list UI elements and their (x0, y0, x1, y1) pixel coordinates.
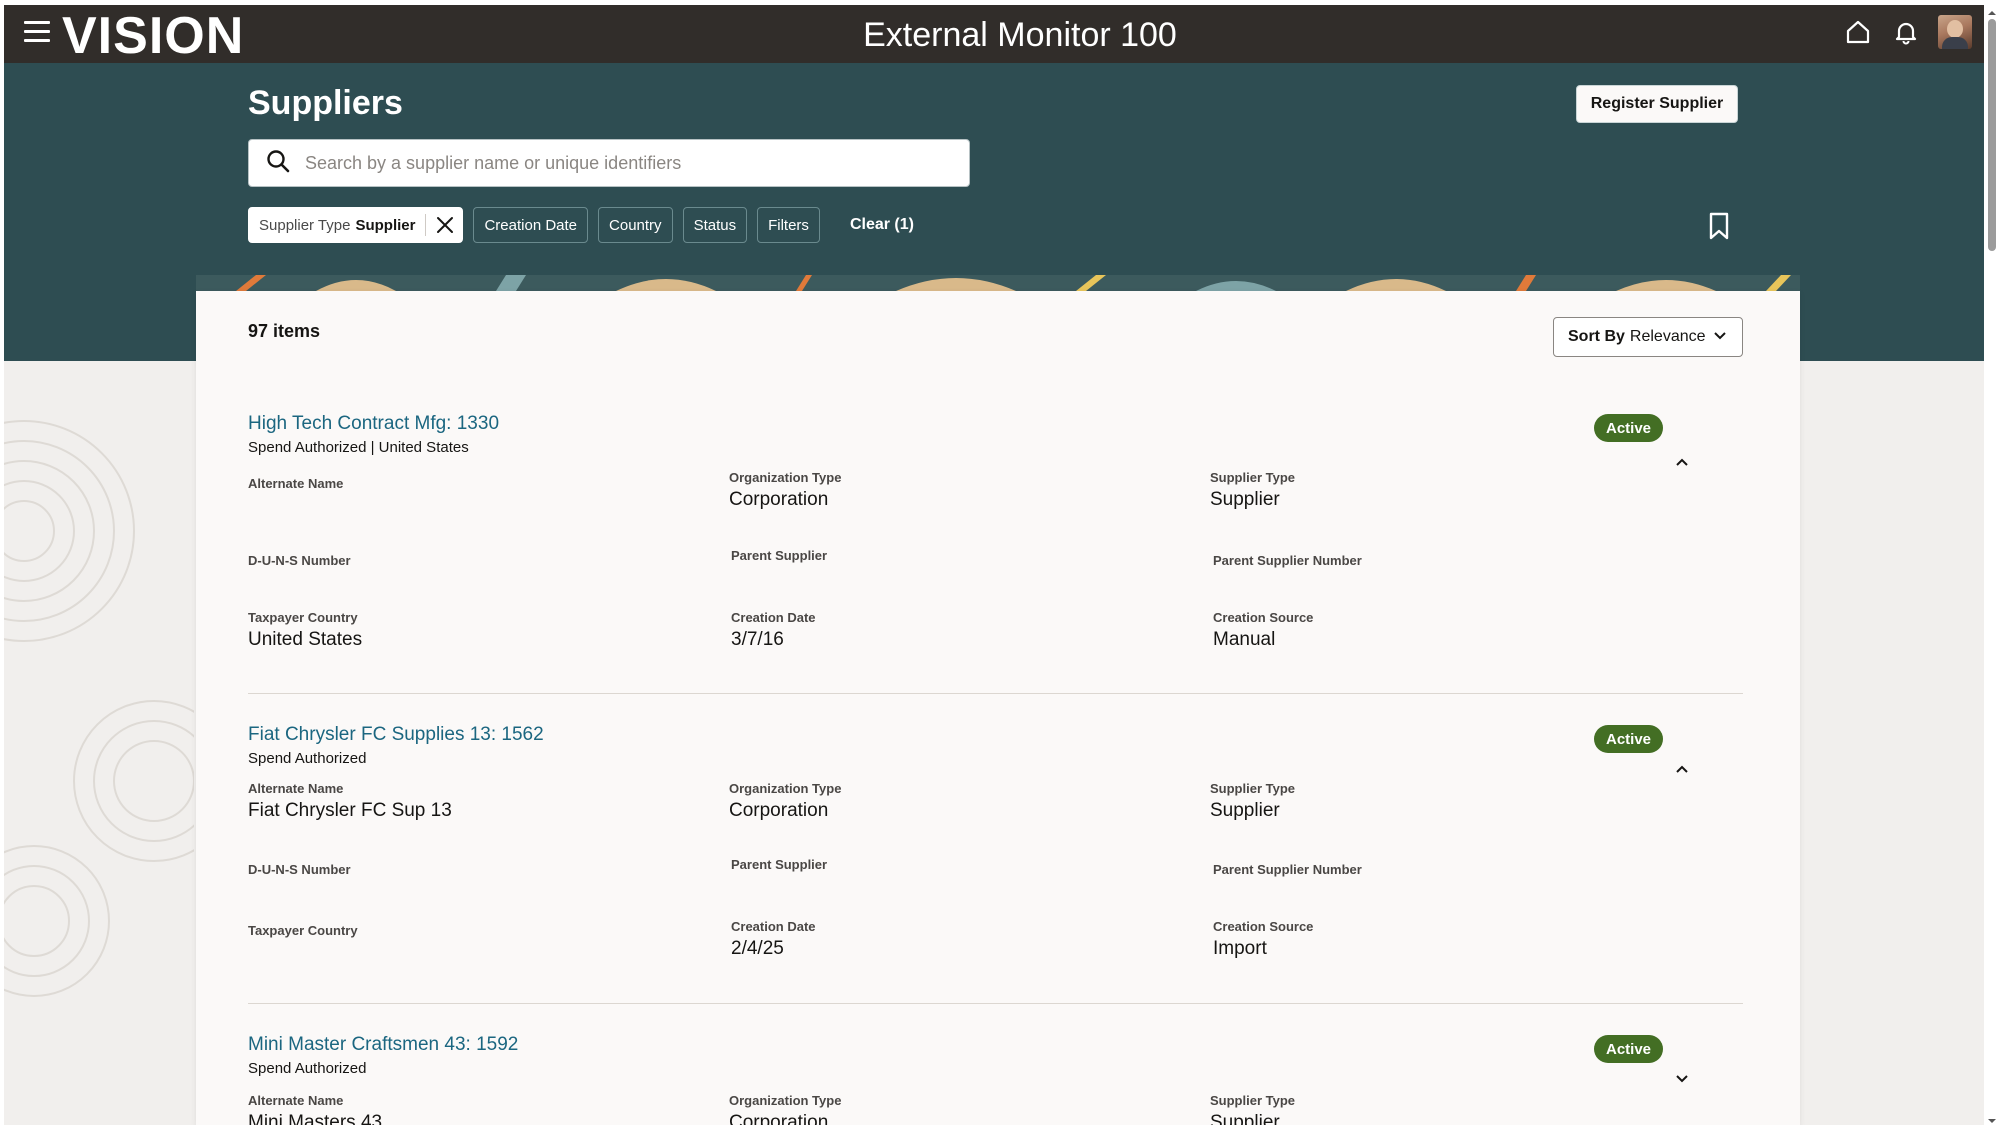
chevron-up-icon[interactable] (1668, 448, 1696, 476)
sort-label: Sort By (1568, 328, 1625, 345)
supplier-subtitle: Spend Authorized | United States (248, 439, 469, 456)
home-icon[interactable] (1842, 16, 1874, 48)
remove-filter-icon[interactable] (434, 214, 456, 236)
avatar[interactable] (1938, 15, 1972, 49)
app-window: VISION External Monitor 100 Suppliers Re… (4, 5, 1984, 1125)
scroll-down-icon[interactable] (1987, 1113, 1997, 1123)
register-supplier-button[interactable]: Register Supplier (1576, 85, 1738, 123)
supplier-record: Fiat Chrysler FC Supplies 13: 1562 Spend… (248, 723, 1743, 959)
chevron-down-icon (1712, 327, 1728, 348)
page-title: Suppliers (248, 84, 403, 122)
field-label: Organization Type (729, 470, 842, 485)
field-label: D-U-N-S Number (248, 553, 351, 568)
sort-value: Relevance (1629, 328, 1706, 345)
supplier-name-link[interactable]: Mini Master Craftsmen 43: 1592 (248, 1033, 518, 1057)
status-badge: Active (1594, 1035, 1664, 1063)
background-pattern (4, 361, 194, 1125)
field-label: Alternate Name (248, 781, 344, 796)
field-label: Parent Supplier Number (1213, 553, 1362, 568)
field-value: Corporation (729, 800, 829, 821)
filter-bar: Supplier Type Supplier Creation Date Cou… (248, 207, 914, 243)
field-label: Taxpayer Country (248, 610, 358, 625)
field-label: Organization Type (729, 1093, 842, 1108)
status-badge: Active (1594, 725, 1664, 753)
clear-filters-link[interactable]: Clear (1) (850, 216, 914, 234)
bell-icon[interactable] (1890, 16, 1922, 48)
filter-chip-creation-date[interactable]: Creation Date (473, 207, 589, 243)
field-value: Manual (1213, 629, 1276, 650)
search-icon (265, 148, 291, 179)
field-label: Taxpayer Country (248, 923, 358, 938)
field-value: 3/7/16 (731, 629, 784, 650)
field-label: Parent Supplier Number (1213, 862, 1362, 877)
field-value: Fiat Chrysler FC Sup 13 (248, 800, 452, 821)
record-divider (248, 693, 1743, 694)
supplier-subtitle: Spend Authorized (248, 1060, 367, 1077)
decorative-strip (196, 275, 1800, 291)
field-label: Creation Source (1213, 610, 1314, 625)
app-title: External Monitor 100 (863, 16, 1177, 54)
field-label: Parent Supplier (731, 548, 828, 563)
sort-dropdown[interactable]: Sort By Relevance (1553, 317, 1743, 357)
bookmark-icon[interactable] (1706, 211, 1732, 241)
field-value: 2/4/25 (731, 938, 784, 959)
field-label: Supplier Type (1210, 1093, 1295, 1108)
field-label: Parent Supplier (731, 857, 828, 872)
field-label: Creation Source (1213, 919, 1314, 934)
field-value: Supplier (1210, 489, 1280, 510)
filter-chip-value: Supplier (355, 216, 416, 234)
supplier-record: High Tech Contract Mfg: 1330 Spend Autho… (248, 412, 1743, 650)
search-input[interactable] (303, 151, 969, 175)
field-label: Organization Type (729, 781, 842, 796)
field-label: D-U-N-S Number (248, 862, 351, 877)
search-field[interactable] (248, 139, 970, 187)
field-label: Alternate Name (248, 1093, 344, 1108)
vertical-scrollbar[interactable] (1984, 5, 2000, 1125)
field-label: Supplier Type (1210, 470, 1295, 485)
record-divider (248, 1003, 1743, 1004)
filter-chip-country[interactable]: Country (598, 207, 673, 243)
filter-chip-label: Supplier Type (259, 216, 351, 234)
supplier-name-link[interactable]: High Tech Contract Mfg: 1330 (248, 412, 499, 436)
field-value: Corporation (729, 489, 829, 510)
field-value: Supplier (1210, 1112, 1280, 1125)
results-panel: 97 items Sort By Relevance High Tech Con… (196, 291, 1800, 1125)
field-label: Creation Date (731, 610, 816, 625)
field-value: Mini Masters 43 (248, 1112, 383, 1125)
global-header: VISION External Monitor 100 (4, 5, 1984, 64)
field-value: Import (1213, 938, 1267, 959)
chevron-down-icon[interactable] (1668, 1065, 1696, 1093)
field-value: United States (248, 629, 363, 650)
supplier-record: Mini Master Craftsmen 43: 1592 Spend Aut… (248, 1033, 1743, 1125)
field-label: Alternate Name (248, 476, 344, 491)
field-label: Creation Date (731, 919, 816, 934)
chevron-up-icon[interactable] (1668, 755, 1696, 783)
status-badge: Active (1594, 414, 1664, 442)
filter-chip-filters[interactable]: Filters (757, 207, 820, 243)
applied-filter-chip[interactable]: Supplier Type Supplier (248, 207, 464, 243)
supplier-subtitle: Spend Authorized (248, 750, 367, 767)
results-count: 97 items (248, 321, 321, 341)
field-label: Supplier Type (1210, 781, 1295, 796)
field-value: Supplier (1210, 800, 1280, 821)
scrollbar-thumb[interactable] (1988, 19, 1996, 251)
field-value: Corporation (729, 1112, 829, 1125)
vision-logo[interactable]: VISION (62, 8, 244, 64)
scroll-up-icon[interactable] (1987, 5, 1997, 15)
menu-icon[interactable] (24, 21, 50, 43)
filter-chip-status[interactable]: Status (682, 207, 748, 243)
supplier-name-link[interactable]: Fiat Chrysler FC Supplies 13: 1562 (248, 723, 544, 747)
